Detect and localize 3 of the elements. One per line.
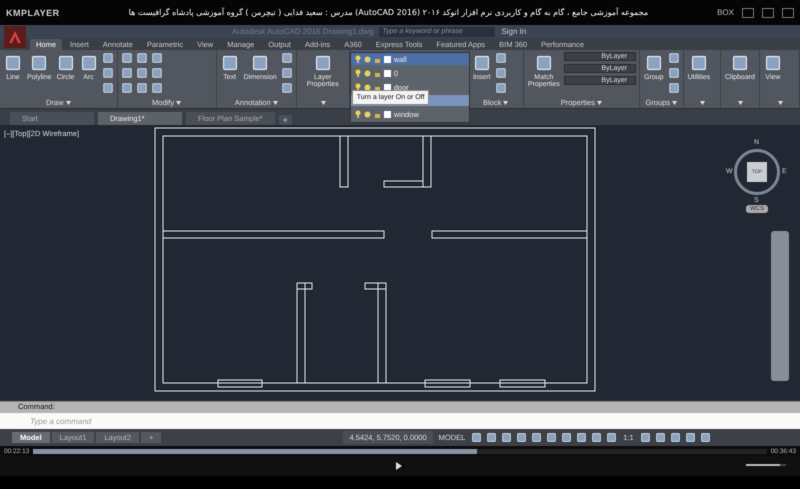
window-title: Autodesk AutoCAD 2016 Drawing1.dwg (232, 27, 374, 36)
player-logo: KMPLAYER (6, 8, 60, 18)
video-title: مجموعه آموزشی جامع ، گام به گام و کاربردی نرم افزار اتوکد ۲۰۱۶ (AutoCAD 2016) مدرس : سعید فدایی ( تیچرمن ) گروه آموزشی پادشاه گرافیست ها (128, 8, 650, 17)
